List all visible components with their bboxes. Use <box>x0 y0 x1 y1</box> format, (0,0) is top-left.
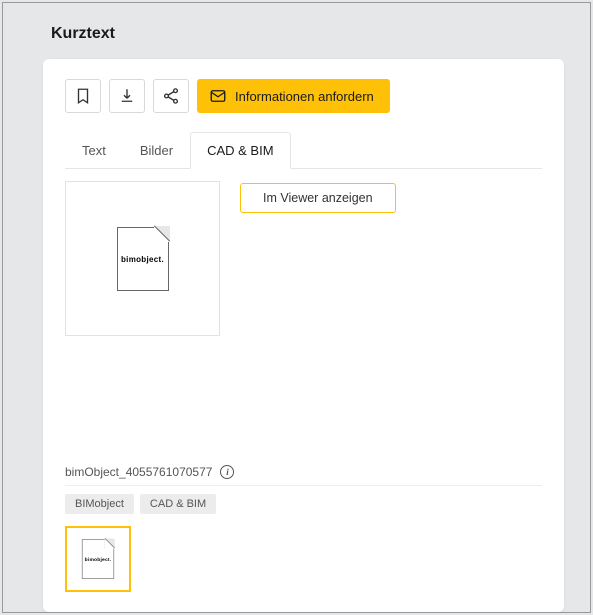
tab-cad-bim[interactable]: CAD & BIM <box>190 132 290 169</box>
tag[interactable]: CAD & BIM <box>140 494 216 514</box>
app-frame: Kurztext Informationen anfordern Text Bi… <box>2 2 591 613</box>
file-preview: bimobject. <box>65 181 220 336</box>
tab-bilder[interactable]: Bilder <box>123 132 190 169</box>
page-title: Kurztext <box>3 3 590 59</box>
thumbnail-selected[interactable]: bimobject. <box>65 526 131 592</box>
bookmark-button[interactable] <box>65 79 101 113</box>
bookmark-icon <box>74 87 92 105</box>
file-name: bimObject_4055761070577 <box>65 465 212 479</box>
file-watermark: bimobject. <box>85 556 112 562</box>
file-name-row: bimObject_4055761070577 i <box>65 465 542 486</box>
toolbar: Informationen anfordern <box>65 79 542 113</box>
viewer-button-wrap: Im Viewer anzeigen <box>240 181 542 459</box>
share-button[interactable] <box>153 79 189 113</box>
file-watermark: bimobject. <box>121 254 164 263</box>
open-in-viewer-button[interactable]: Im Viewer anzeigen <box>240 183 396 213</box>
request-info-button[interactable]: Informationen anfordern <box>197 79 390 113</box>
request-info-label: Informationen anfordern <box>235 89 374 104</box>
info-icon[interactable]: i <box>220 465 234 479</box>
tabs: Text Bilder CAD & BIM <box>65 131 542 169</box>
footer: bimObject_4055761070577 i BIMobject CAD … <box>65 459 542 592</box>
tag[interactable]: BIMobject <box>65 494 134 514</box>
file-icon: bimobject. <box>117 227 169 291</box>
share-icon <box>162 87 180 105</box>
download-button[interactable] <box>109 79 145 113</box>
download-icon <box>118 87 136 105</box>
detail-card: Informationen anfordern Text Bilder CAD … <box>43 59 564 612</box>
tab-text[interactable]: Text <box>65 132 123 169</box>
content-area: bimobject. Im Viewer anzeigen <box>65 169 542 459</box>
mail-icon <box>209 87 227 105</box>
file-icon: bimobject. <box>82 539 114 579</box>
tag-row: BIMobject CAD & BIM <box>65 494 542 514</box>
